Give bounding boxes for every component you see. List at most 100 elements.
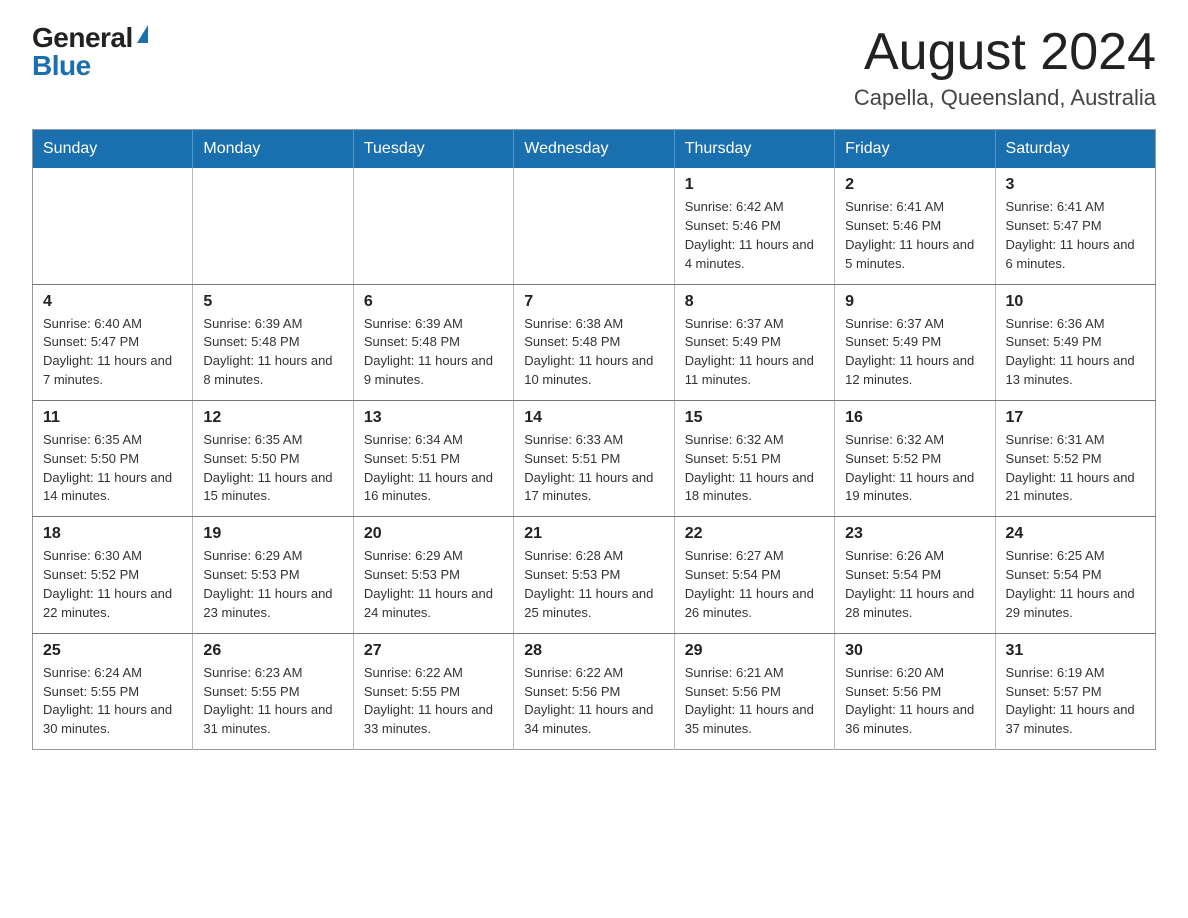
location-title: Capella, Queensland, Australia: [854, 85, 1156, 111]
calendar-week-row: 4 Sunrise: 6:40 AMSunset: 5:47 PMDaylight…: [33, 284, 1156, 400]
day-number: 24: [1006, 525, 1145, 543]
logo-blue-text: Blue: [32, 52, 91, 80]
day-info: Sunrise: 6:30 AMSunset: 5:52 PMDaylight:…: [43, 548, 172, 620]
day-info: Sunrise: 6:34 AMSunset: 5:51 PMDaylight:…: [364, 432, 493, 504]
calendar-day-cell: 1 Sunrise: 6:42 AMSunset: 5:46 PMDaylight…: [674, 168, 834, 284]
calendar-header-row: SundayMondayTuesdayWednesdayThursdayFrid…: [33, 130, 1156, 169]
calendar-day-cell: 22 Sunrise: 6:27 AMSunset: 5:54 PMDayligh…: [674, 517, 834, 633]
calendar-day-cell: [353, 168, 513, 284]
calendar-day-cell: 14 Sunrise: 6:33 AMSunset: 5:51 PMDayligh…: [514, 400, 674, 516]
calendar-day-cell: 15 Sunrise: 6:32 AMSunset: 5:51 PMDayligh…: [674, 400, 834, 516]
day-info: Sunrise: 6:32 AMSunset: 5:51 PMDaylight:…: [685, 432, 814, 504]
day-number: 25: [43, 642, 182, 660]
calendar-day-cell: 28Sunrise: 6:22 AMSunset: 5:56 PMDayligh…: [514, 633, 674, 749]
day-number: 19: [203, 525, 342, 543]
calendar-week-row: 1 Sunrise: 6:42 AMSunset: 5:46 PMDaylight…: [33, 168, 1156, 284]
calendar-week-row: 11 Sunrise: 6:35 AMSunset: 5:50 PMDayligh…: [33, 400, 1156, 516]
day-number: 16: [845, 409, 984, 427]
calendar-day-cell: 29Sunrise: 6:21 AMSunset: 5:56 PMDayligh…: [674, 633, 834, 749]
month-title: August 2024: [854, 24, 1156, 81]
day-number: 2: [845, 176, 984, 194]
day-number: 20: [364, 525, 503, 543]
day-number: 23: [845, 525, 984, 543]
calendar-day-cell: 9 Sunrise: 6:37 AMSunset: 5:49 PMDaylight…: [835, 284, 995, 400]
calendar-week-row: 25 Sunrise: 6:24 AMSunset: 5:55 PMDayligh…: [33, 633, 1156, 749]
day-info: Sunrise: 6:39 AMSunset: 5:48 PMDaylight:…: [203, 316, 332, 388]
day-info: Sunrise: 6:31 AMSunset: 5:52 PMDaylight:…: [1006, 432, 1135, 504]
day-info: Sunrise: 6:19 AMSunset: 5:57 PMDaylight:…: [1006, 665, 1135, 737]
day-number: 12: [203, 409, 342, 427]
day-number: 22: [685, 525, 824, 543]
day-info: Sunrise: 6:33 AMSunset: 5:51 PMDaylight:…: [524, 432, 653, 504]
page-header: General Blue August 2024 Capella, Queens…: [32, 24, 1156, 111]
calendar-week-row: 18 Sunrise: 6:30 AMSunset: 5:52 PMDayligh…: [33, 517, 1156, 633]
day-info: Sunrise: 6:42 AMSunset: 5:46 PMDaylight:…: [685, 199, 814, 271]
calendar-day-cell: 8 Sunrise: 6:37 AMSunset: 5:49 PMDaylight…: [674, 284, 834, 400]
day-number: 3: [1006, 176, 1145, 194]
day-info: Sunrise: 6:39 AMSunset: 5:48 PMDaylight:…: [364, 316, 493, 388]
day-number: 21: [524, 525, 663, 543]
day-number: 27: [364, 642, 503, 660]
calendar-day-cell: 12 Sunrise: 6:35 AMSunset: 5:50 PMDayligh…: [193, 400, 353, 516]
day-number: 15: [685, 409, 824, 427]
day-number: 26: [203, 642, 342, 660]
day-number: 13: [364, 409, 503, 427]
day-info: Sunrise: 6:40 AMSunset: 5:47 PMDaylight:…: [43, 316, 172, 388]
calendar-day-cell: 5 Sunrise: 6:39 AMSunset: 5:48 PMDaylight…: [193, 284, 353, 400]
day-info: Sunrise: 6:38 AMSunset: 5:48 PMDaylight:…: [524, 316, 653, 388]
calendar-day-cell: 2 Sunrise: 6:41 AMSunset: 5:46 PMDaylight…: [835, 168, 995, 284]
calendar-day-cell: 21 Sunrise: 6:28 AMSunset: 5:53 PMDayligh…: [514, 517, 674, 633]
day-info: Sunrise: 6:25 AMSunset: 5:54 PMDaylight:…: [1006, 548, 1135, 620]
day-info: Sunrise: 6:24 AMSunset: 5:55 PMDaylight:…: [43, 665, 172, 737]
day-number: 28: [524, 642, 663, 660]
logo: General Blue: [32, 24, 148, 80]
day-number: 14: [524, 409, 663, 427]
calendar-day-cell: 7Sunrise: 6:38 AMSunset: 5:48 PMDaylight…: [514, 284, 674, 400]
calendar-day-header: Wednesday: [514, 130, 674, 169]
calendar-day-cell: 23 Sunrise: 6:26 AMSunset: 5:54 PMDayligh…: [835, 517, 995, 633]
day-number: 9: [845, 293, 984, 311]
calendar-day-cell: 17 Sunrise: 6:31 AMSunset: 5:52 PMDayligh…: [995, 400, 1155, 516]
calendar-day-cell: 19Sunrise: 6:29 AMSunset: 5:53 PMDayligh…: [193, 517, 353, 633]
day-number: 18: [43, 525, 182, 543]
calendar-day-header: Thursday: [674, 130, 834, 169]
calendar-day-header: Monday: [193, 130, 353, 169]
calendar-day-cell: 18 Sunrise: 6:30 AMSunset: 5:52 PMDayligh…: [33, 517, 193, 633]
calendar-day-cell: 10Sunrise: 6:36 AMSunset: 5:49 PMDayligh…: [995, 284, 1155, 400]
day-info: Sunrise: 6:22 AMSunset: 5:55 PMDaylight:…: [364, 665, 493, 737]
day-number: 29: [685, 642, 824, 660]
calendar-day-header: Tuesday: [353, 130, 513, 169]
calendar-day-cell: [33, 168, 193, 284]
day-info: Sunrise: 6:37 AMSunset: 5:49 PMDaylight:…: [845, 316, 974, 388]
day-info: Sunrise: 6:41 AMSunset: 5:46 PMDaylight:…: [845, 199, 974, 271]
calendar-day-cell: 16Sunrise: 6:32 AMSunset: 5:52 PMDayligh…: [835, 400, 995, 516]
calendar-day-cell: 24 Sunrise: 6:25 AMSunset: 5:54 PMDayligh…: [995, 517, 1155, 633]
day-info: Sunrise: 6:35 AMSunset: 5:50 PMDaylight:…: [43, 432, 172, 504]
day-number: 17: [1006, 409, 1145, 427]
day-number: 1: [685, 176, 824, 194]
day-number: 6: [364, 293, 503, 311]
day-info: Sunrise: 6:28 AMSunset: 5:53 PMDaylight:…: [524, 548, 653, 620]
calendar-day-cell: 11 Sunrise: 6:35 AMSunset: 5:50 PMDayligh…: [33, 400, 193, 516]
day-info: Sunrise: 6:37 AMSunset: 5:49 PMDaylight:…: [685, 316, 814, 388]
calendar-day-cell: 6 Sunrise: 6:39 AMSunset: 5:48 PMDaylight…: [353, 284, 513, 400]
calendar-day-header: Saturday: [995, 130, 1155, 169]
logo-triangle-icon: [137, 25, 148, 43]
day-number: 4: [43, 293, 182, 311]
calendar-day-cell: 25 Sunrise: 6:24 AMSunset: 5:55 PMDayligh…: [33, 633, 193, 749]
calendar-table: SundayMondayTuesdayWednesdayThursdayFrid…: [32, 129, 1156, 750]
day-info: Sunrise: 6:35 AMSunset: 5:50 PMDaylight:…: [203, 432, 332, 504]
day-info: Sunrise: 6:26 AMSunset: 5:54 PMDaylight:…: [845, 548, 974, 620]
calendar-day-cell: 20 Sunrise: 6:29 AMSunset: 5:53 PMDayligh…: [353, 517, 513, 633]
calendar-day-cell: [193, 168, 353, 284]
day-info: Sunrise: 6:29 AMSunset: 5:53 PMDaylight:…: [364, 548, 493, 620]
day-number: 31: [1006, 642, 1145, 660]
day-number: 11: [43, 409, 182, 427]
title-block: August 2024 Capella, Queensland, Austral…: [854, 24, 1156, 111]
day-info: Sunrise: 6:41 AMSunset: 5:47 PMDaylight:…: [1006, 199, 1135, 271]
day-info: Sunrise: 6:27 AMSunset: 5:54 PMDaylight:…: [685, 548, 814, 620]
calendar-day-cell: 26Sunrise: 6:23 AMSunset: 5:55 PMDayligh…: [193, 633, 353, 749]
day-number: 5: [203, 293, 342, 311]
day-number: 8: [685, 293, 824, 311]
day-number: 10: [1006, 293, 1145, 311]
